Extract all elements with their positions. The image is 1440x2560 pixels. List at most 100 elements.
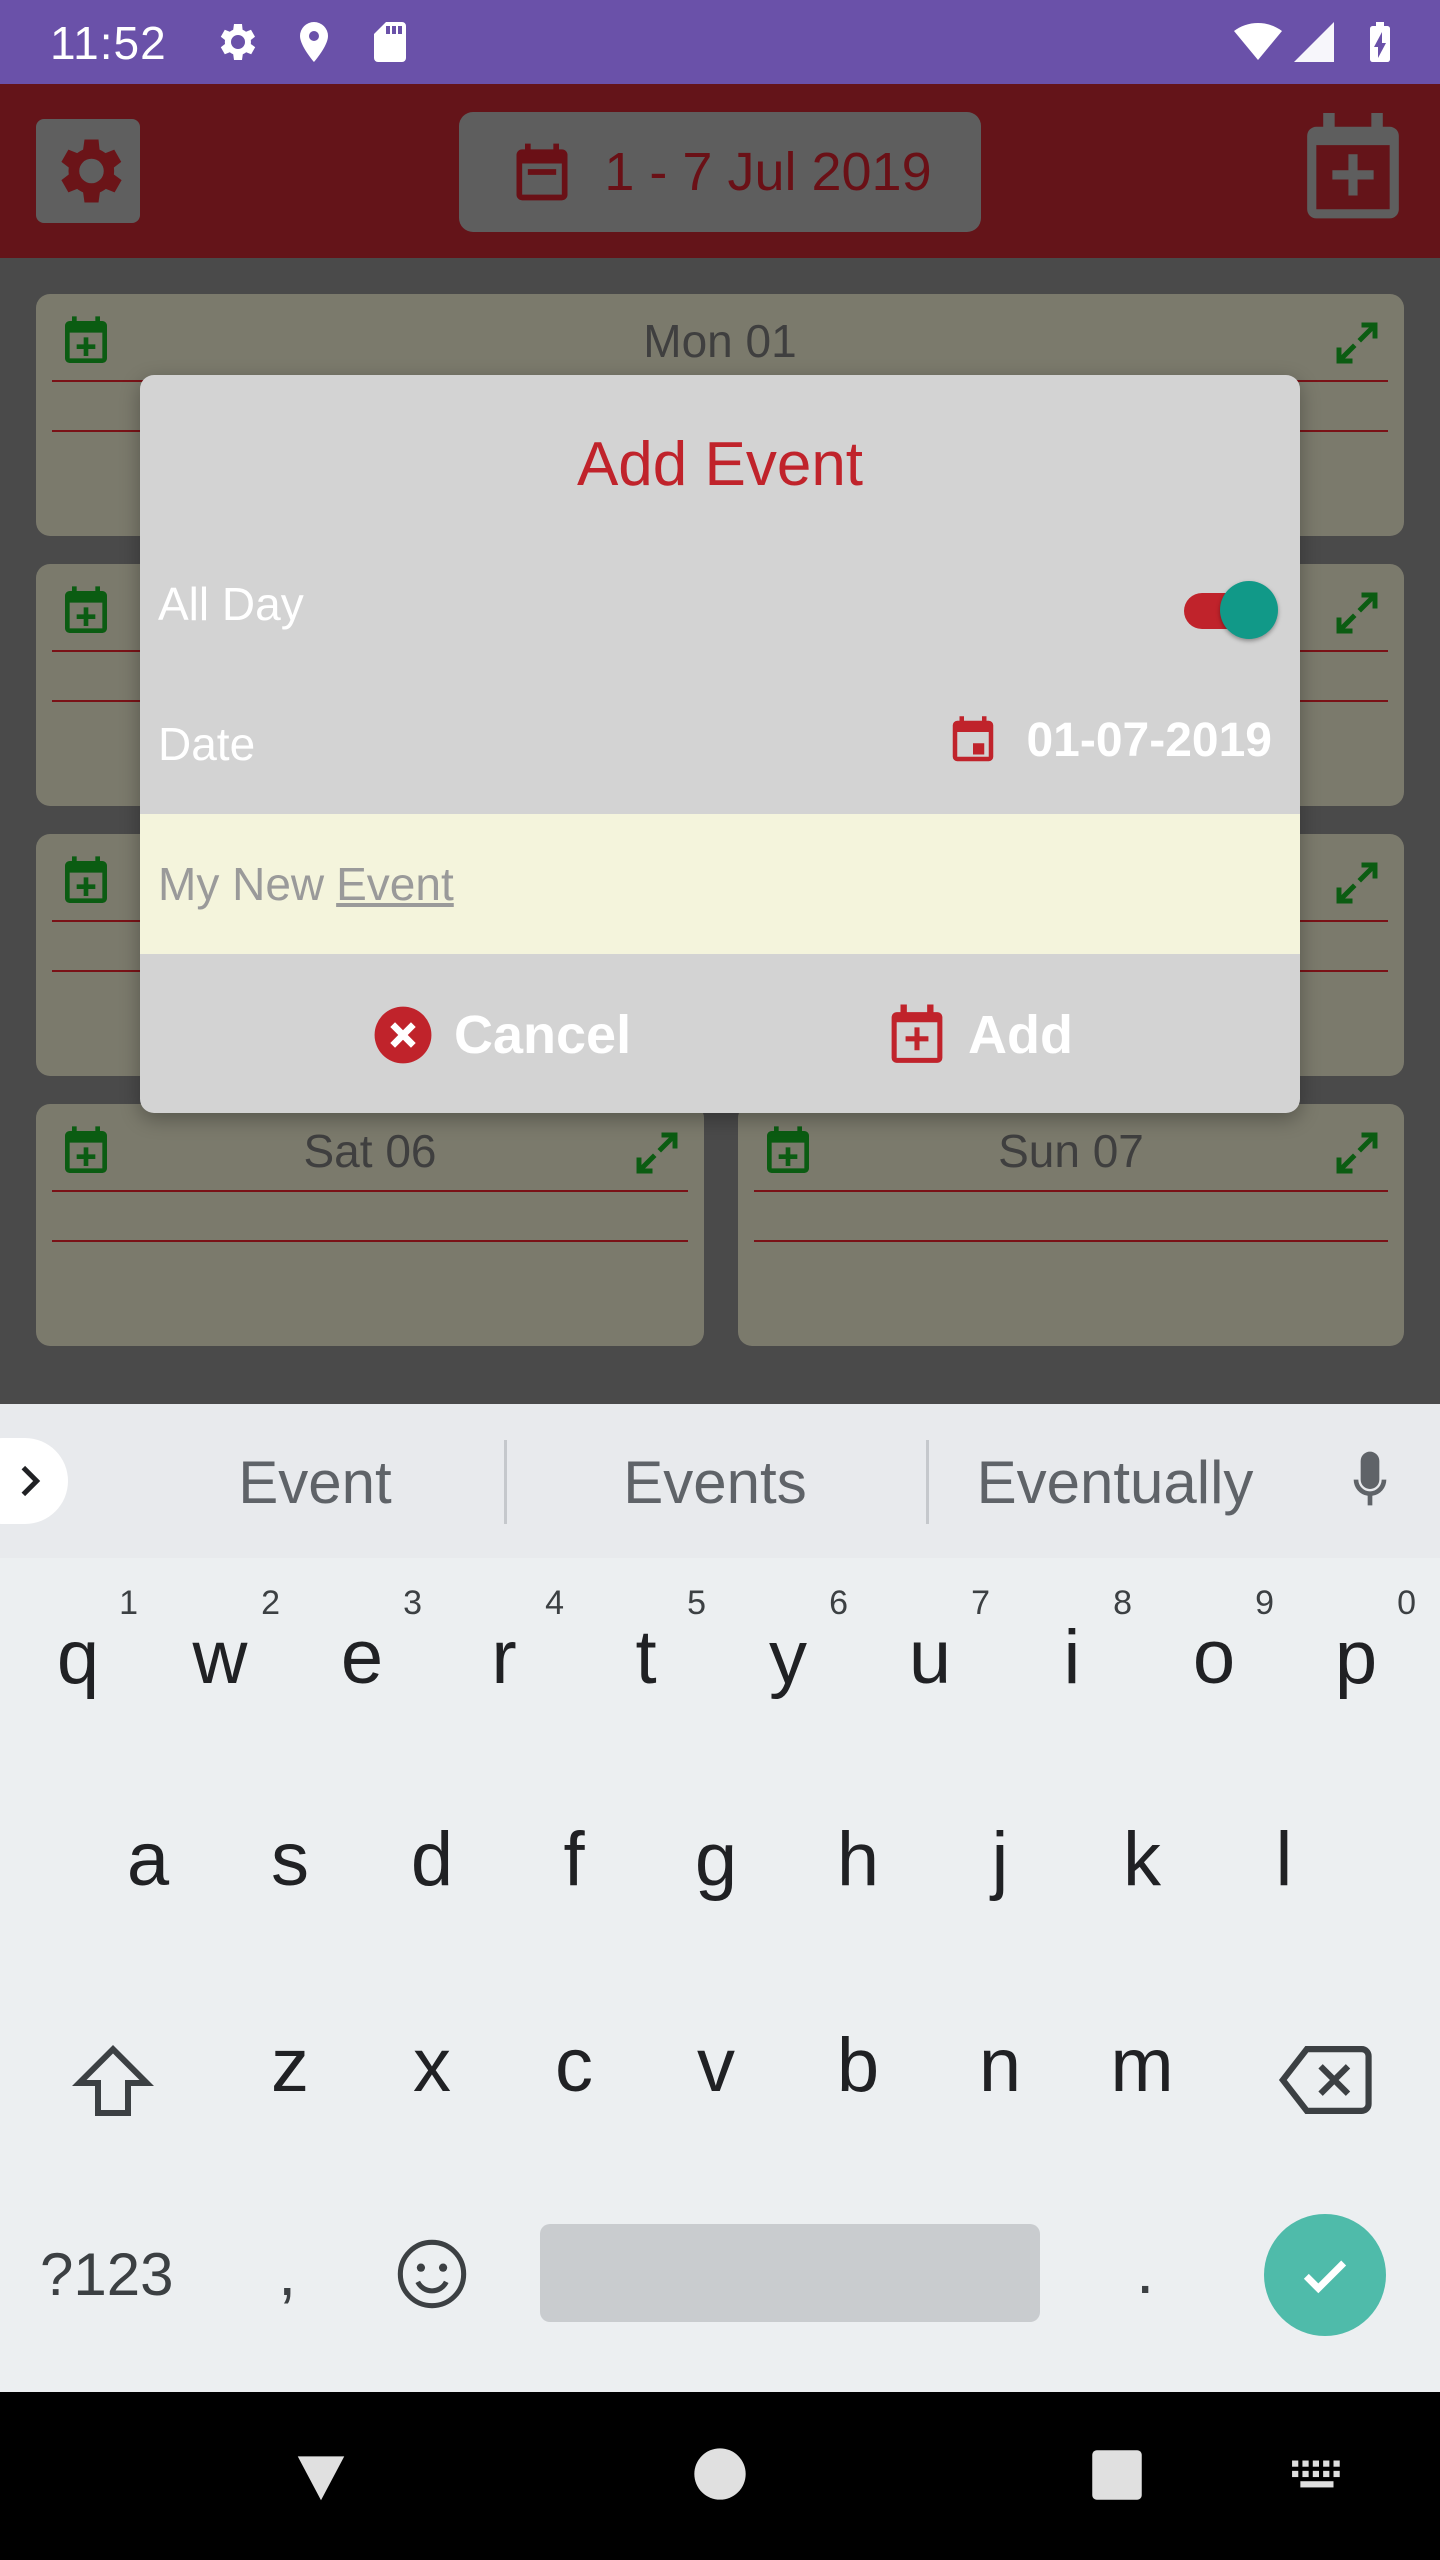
key-n[interactable]: n [930, 2022, 1070, 2109]
key-label: i [1063, 1615, 1081, 1700]
cancel-button[interactable]: Cancel [372, 990, 631, 1080]
expand-icon[interactable] [1330, 1126, 1384, 1180]
divider [52, 1240, 688, 1242]
enter-button[interactable] [1264, 2214, 1386, 2336]
navigation-bar [0, 2392, 1440, 2560]
key-j[interactable]: j [930, 1816, 1070, 1903]
suggestion-strip: Event Events Eventually [0, 1404, 1440, 1558]
expand-icon[interactable] [630, 1126, 684, 1180]
all-day-toggle[interactable] [1180, 575, 1278, 639]
key-b[interactable]: b [788, 2022, 928, 2109]
key-label: w [192, 1615, 248, 1700]
week-label: 1 - 7 Jul 2019 [604, 142, 932, 202]
key-a[interactable]: a [78, 1816, 218, 1903]
add-button[interactable]: Add [886, 990, 1073, 1080]
day-label: Sun 07 [998, 1125, 1144, 1177]
add-label: Add [968, 1005, 1073, 1065]
key-hint: 1 [119, 1584, 138, 1622]
microphone-icon[interactable] [1342, 1448, 1398, 1516]
key-label: u [908, 1615, 952, 1700]
date-picker[interactable]: 01-07-2019 [946, 713, 1272, 768]
key-l[interactable]: l [1214, 1816, 1354, 1903]
event-name-input[interactable]: My New Event [140, 814, 1300, 954]
key-hint: 4 [545, 1584, 564, 1622]
soft-keyboard: Event Events Eventually q1 w2 e3 r4 t5 y… [0, 1404, 1440, 2392]
expand-suggestions-button[interactable] [0, 1438, 68, 1524]
recents-icon[interactable] [1090, 2448, 1144, 2502]
key-label: q [56, 1615, 100, 1700]
suggestion[interactable]: Events [560, 1448, 870, 1517]
key-k[interactable]: k [1072, 1816, 1212, 1903]
settings-button[interactable] [36, 119, 140, 223]
symbols-key[interactable]: ?123 [40, 2240, 173, 2309]
cancel-label: Cancel [454, 1005, 632, 1065]
keyboard-switch-icon[interactable] [1290, 2458, 1348, 2492]
status-bar: 11:52 [0, 0, 1440, 84]
key-q[interactable]: q1 [8, 1584, 148, 1701]
key-label: o [1192, 1615, 1236, 1700]
period-key[interactable]: . [1136, 2232, 1154, 2308]
key-z[interactable]: z [220, 2022, 360, 2109]
key-hint: 6 [829, 1584, 848, 1622]
chevron-right-icon [21, 1465, 41, 1497]
key-v[interactable]: v [646, 2022, 786, 2109]
day-label: Mon 01 [643, 315, 797, 367]
key-hint: 0 [1397, 1584, 1416, 1622]
shift-icon[interactable] [68, 2038, 158, 2128]
add-event-icon[interactable] [1298, 108, 1408, 228]
key-y[interactable]: y6 [718, 1584, 858, 1701]
key-u[interactable]: u7 [860, 1584, 1000, 1701]
add-day-event-icon[interactable] [58, 854, 114, 910]
expand-icon[interactable] [1330, 316, 1384, 370]
signal-icon [1294, 22, 1334, 62]
comma-key[interactable]: , [278, 2234, 296, 2310]
key-p[interactable]: p0 [1286, 1584, 1426, 1701]
key-hint: 8 [1113, 1584, 1132, 1622]
day-card-sat[interactable]: Sat 06 [36, 1104, 704, 1346]
key-r[interactable]: r4 [434, 1584, 574, 1701]
key-g[interactable]: g [646, 1816, 786, 1903]
key-s[interactable]: s [220, 1816, 360, 1903]
divider [754, 1240, 1388, 1242]
week-selector-button[interactable]: 1 - 7 Jul 2019 [459, 112, 981, 232]
key-h[interactable]: h [788, 1816, 928, 1903]
key-hint: 2 [261, 1584, 280, 1622]
key-t[interactable]: t5 [576, 1584, 716, 1701]
emoji-icon[interactable] [394, 2236, 470, 2312]
calendar-icon [953, 715, 994, 761]
key-hint: 9 [1255, 1584, 1274, 1622]
wifi-icon [1234, 23, 1282, 60]
expand-icon[interactable] [1330, 856, 1384, 910]
back-icon[interactable] [290, 2446, 352, 2508]
suggestion[interactable]: Event [180, 1448, 450, 1517]
divider [504, 1440, 507, 1524]
key-w[interactable]: w2 [150, 1584, 290, 1701]
key-o[interactable]: o9 [1144, 1584, 1284, 1701]
key-x[interactable]: x [362, 2022, 502, 2109]
cancel-icon [374, 1006, 432, 1064]
event-name-composing: Event [336, 858, 454, 910]
key-label: e [340, 1615, 384, 1700]
app-bar: 1 - 7 Jul 2019 [0, 84, 1440, 258]
day-card-sun[interactable]: Sun 07 [738, 1104, 1404, 1346]
key-f[interactable]: f [504, 1816, 644, 1903]
calendar-icon [516, 143, 568, 201]
key-d[interactable]: d [362, 1816, 502, 1903]
gear-icon [220, 24, 256, 60]
backspace-icon[interactable] [1276, 2040, 1372, 2120]
key-c[interactable]: c [504, 2022, 644, 2109]
key-e[interactable]: e3 [292, 1584, 432, 1701]
date-label: Date [158, 718, 256, 770]
space-bar[interactable] [540, 2224, 1040, 2322]
key-i[interactable]: i8 [1002, 1584, 1142, 1701]
expand-icon[interactable] [1330, 586, 1384, 640]
key-hint: 3 [403, 1584, 422, 1622]
add-event-dialog: Add Event All Day Date 01-07-2019 My New… [140, 375, 1300, 1113]
check-icon [1303, 2260, 1347, 2294]
suggestion[interactable]: Eventually [950, 1448, 1280, 1517]
key-m[interactable]: m [1072, 2022, 1212, 2109]
add-day-event-icon[interactable] [58, 584, 114, 640]
home-icon[interactable] [692, 2446, 748, 2502]
key-hint: 7 [971, 1584, 990, 1622]
toggle-thumb [1220, 581, 1278, 639]
